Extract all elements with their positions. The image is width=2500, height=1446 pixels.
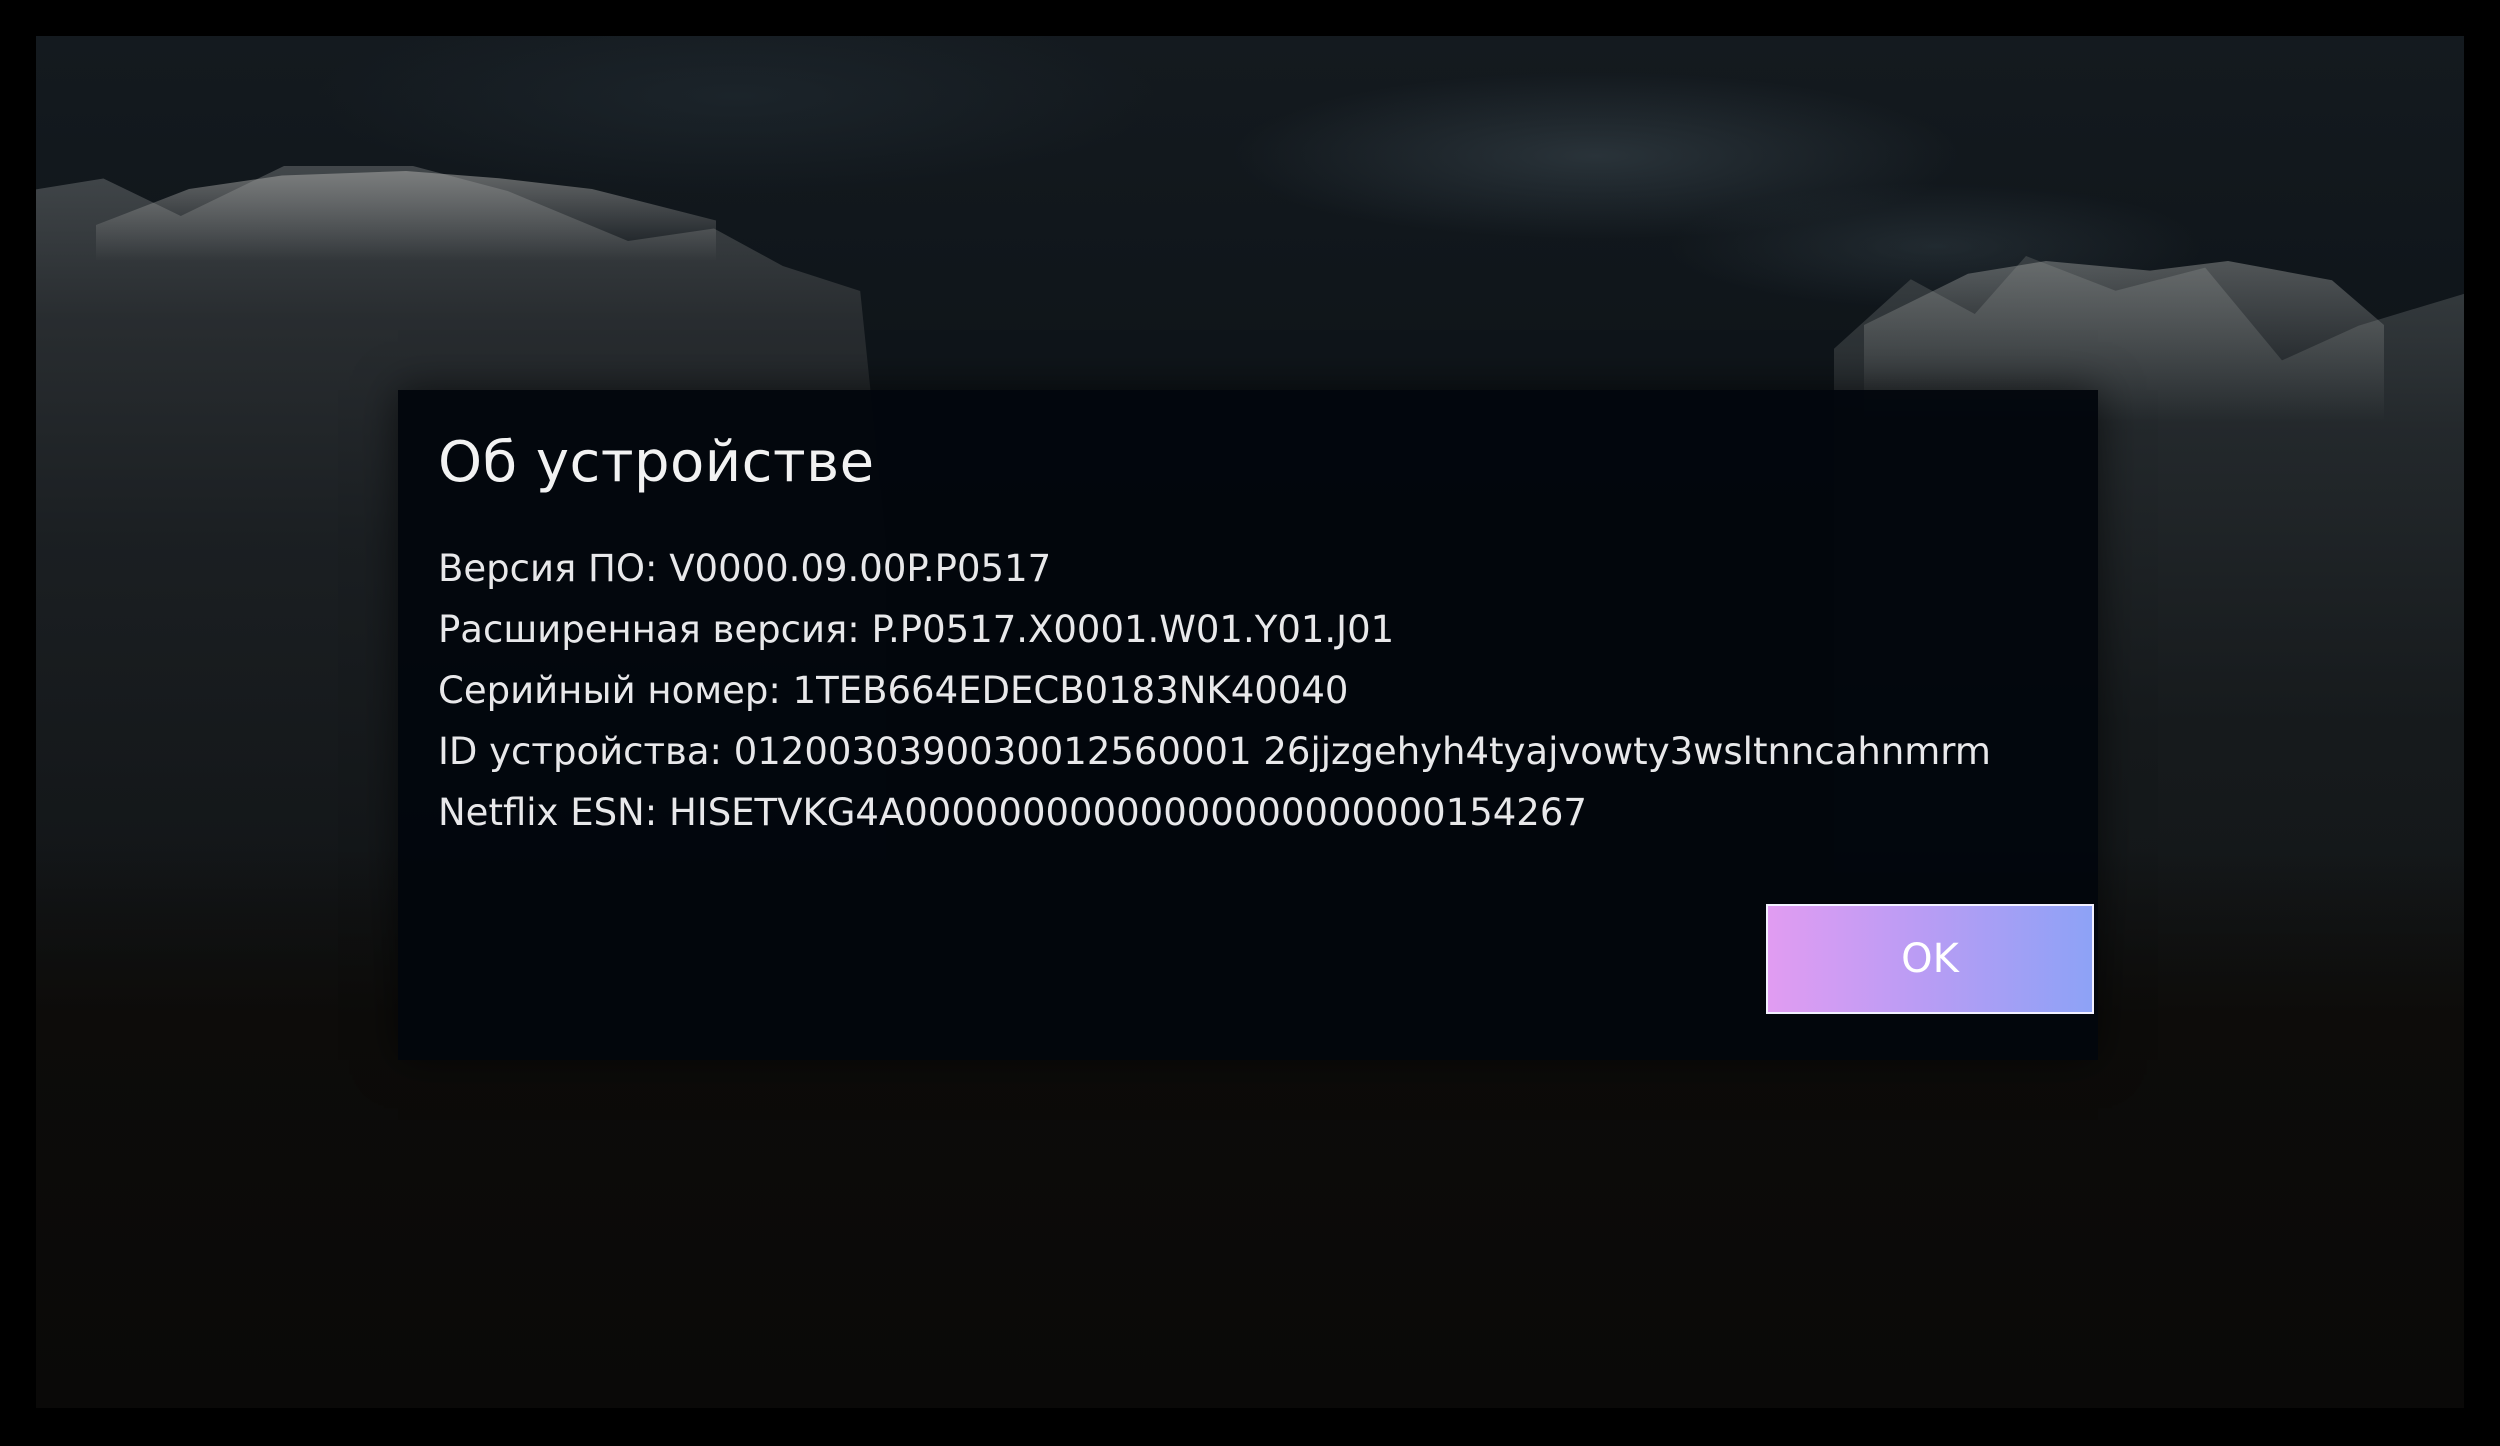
about-device-dialog: Об устройстве Версия ПО: V0000.09.00P.P0…	[398, 390, 2098, 1060]
tv-screen: Об устройстве Версия ПО: V0000.09.00P.P0…	[36, 36, 2464, 1408]
device-id: ID устройства: 0120030390030012560001 26…	[438, 730, 1991, 773]
software-version: Версия ПО: V0000.09.00P.P0517	[438, 547, 1052, 590]
ok-button[interactable]: OK	[1766, 904, 2094, 1014]
dialog-title: Об устройстве	[438, 430, 875, 495]
netflix-esn: Netflix ESN: HISETVKG4A00000000000000000…	[438, 791, 1587, 834]
serial-number: Серийный номер: 1TEB664EDECB0183NK40040	[438, 669, 1349, 712]
extended-version: Расширенная версия: P.P0517.X0001.W01.Y0…	[438, 608, 1395, 651]
device-info-list: Версия ПО: V0000.09.00P.P0517 Расширенна…	[438, 538, 1991, 843]
